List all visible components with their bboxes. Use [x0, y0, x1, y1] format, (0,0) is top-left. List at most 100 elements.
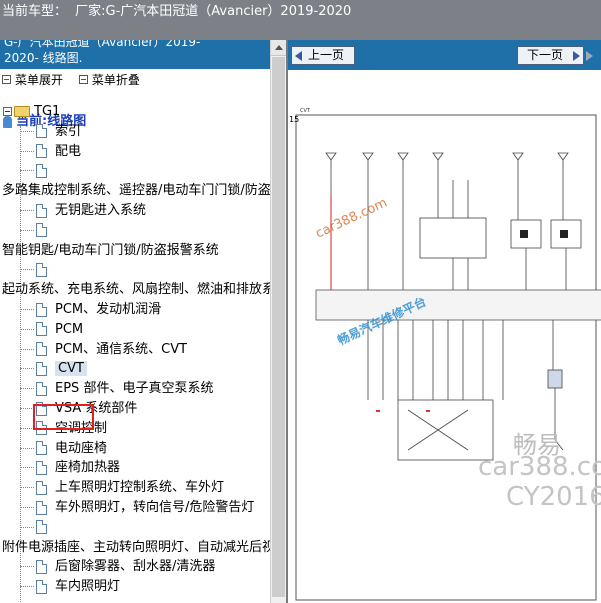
document-icon: [36, 302, 47, 317]
tree-item[interactable]: [20, 161, 55, 181]
tree-item[interactable]: 无钥匙进入系统: [20, 201, 146, 221]
tree-header-line2: 2020- 线路图.: [4, 51, 83, 65]
next-page-label: 下一页: [527, 48, 564, 62]
tree-category[interactable]: 附件电源插座、主动转向照明灯、自动减光后视: [2, 538, 270, 558]
collapse-icon: [78, 75, 88, 84]
menu-expand-button[interactable]: 菜单展开: [15, 73, 63, 87]
tree-item[interactable]: 索引: [20, 122, 81, 142]
tree-category[interactable]: 起动系统、充电系统、风扇控制、燃油和排放系: [2, 280, 270, 300]
tree-connector: [20, 487, 34, 489]
document-icon: [36, 559, 47, 574]
tree-connector: [20, 507, 34, 508]
tree-item[interactable]: 配电: [20, 142, 81, 162]
navigation-pane: G-广汽本田冠道（Avancier）2019- 2020- 线路图. 菜单展开 …: [0, 40, 286, 603]
tree-item[interactable]: 座椅加热器: [20, 458, 120, 478]
tree-item[interactable]: PCM、发动机润滑: [20, 300, 161, 320]
tree-header: G-广汽本田冠道（Avancier）2019- 2020- 线路图.: [0, 40, 270, 69]
tree-label: PCM: [55, 321, 84, 337]
prev-page-button[interactable]: 上一页: [291, 46, 355, 65]
tree-connector: [20, 348, 34, 350]
document-icon: [36, 262, 47, 277]
wiring-diagram-svg: 15 CVT car388.com 畅易汽车维修平台: [289, 108, 601, 601]
watermark-site: car388.co: [478, 452, 601, 482]
tree-connector: [20, 309, 34, 310]
document-icon: [36, 520, 47, 535]
tree-label: 车外照明灯，转向信号/危险警告灯: [55, 500, 255, 515]
tree-connector: [20, 210, 34, 211]
app-window: 当前车型： 厂家:G-广汽本田冠道（Avancier）2019-2020 G-广…: [0, 0, 601, 603]
diagram-pane: 上一页 下一页 15 CVT car388.com 畅易汽车维修平台 畅易 ca…: [286, 40, 601, 603]
tree-connector: [20, 467, 34, 469]
tree-item[interactable]: 上车照明灯控制系统、车外灯: [20, 478, 224, 498]
scroll-up-icon[interactable]: [271, 40, 286, 56]
document-icon: [36, 460, 47, 475]
tree-label: 车内照明灯: [55, 579, 121, 595]
page-number: 15: [289, 115, 299, 124]
tree-item[interactable]: 车内照明灯: [20, 577, 120, 597]
tree-connector: [20, 408, 34, 409]
folder-icon: [14, 106, 30, 117]
diagram-tag: CVT: [300, 108, 311, 114]
tree-item[interactable]: 电动座椅: [20, 439, 107, 459]
document-icon: [36, 441, 47, 456]
scrollbar-thumb[interactable]: [272, 57, 285, 597]
page-nav-bar: 上一页 下一页: [288, 40, 601, 70]
tree-label: 后窗除雾器、刮水器/清洗器: [55, 559, 216, 575]
tree-label: PCM、通信系统、CVT: [55, 341, 188, 357]
tree-label: CVT: [55, 361, 87, 377]
tree-category[interactable]: 多路集成控制系统、遥控器/电动车门门锁/防盗: [2, 181, 270, 201]
watermark-year: CY2016: [506, 482, 601, 512]
tree-label: 电动座椅: [55, 440, 108, 456]
tree-label: EPS 部件、电子真空泵系统: [55, 381, 214, 397]
menu-controls: 菜单展开 菜单折叠: [0, 71, 150, 89]
tree-item[interactable]: 后窗除雾器、刮水器/清洗器: [20, 557, 215, 577]
tree-connector: [20, 368, 34, 370]
tree-connector: [20, 586, 34, 588]
prev-page-label: 上一页: [308, 48, 345, 62]
tree-item[interactable]: 车外照明灯，转向信号/危险警告灯: [20, 498, 254, 518]
menu-collapse-button[interactable]: 菜单折叠: [92, 73, 140, 87]
wiring-diagram[interactable]: 15 CVT car388.com 畅易汽车维修平台 畅易 car388.co …: [288, 70, 601, 603]
collapse-toggle-icon[interactable]: [3, 107, 12, 116]
tree-item[interactable]: [20, 260, 55, 280]
tree-label: 上车照明灯控制系统、车外灯: [55, 480, 225, 496]
document-icon: [36, 342, 47, 357]
title-bar: 当前车型： 厂家:G-广汽本田冠道（Avancier）2019-2020: [0, 0, 601, 40]
model-value: 厂家:G-广汽本田冠道（Avancier）2019-2020: [75, 4, 352, 19]
tree-label: PCM、发动机润滑: [55, 302, 162, 317]
tree-item[interactable]: EPS 部件、电子真空泵系统: [20, 379, 213, 399]
document-icon: [36, 124, 47, 139]
tree-item[interactable]: CVT: [20, 359, 87, 379]
tree-connector: [20, 150, 34, 152]
next-arrow-icon[interactable]: [586, 51, 593, 61]
expand-icon: [2, 75, 11, 84]
tree-label: 无钥匙进入系统: [55, 203, 147, 218]
tree-item[interactable]: [20, 221, 55, 241]
highlight-box: [33, 404, 94, 430]
tree-label: 座椅加热器: [55, 460, 121, 476]
tree-connector: [20, 388, 34, 390]
document-icon: [36, 381, 47, 396]
document-icon: [36, 500, 47, 515]
left-arrow-icon: [295, 51, 302, 61]
tree-category[interactable]: 智能钥匙/电动车门门锁/防盗报警系统: [2, 241, 270, 261]
document-icon: [36, 144, 47, 159]
document-icon: [36, 361, 47, 376]
document-icon: [36, 163, 47, 178]
document-icon: [36, 579, 47, 594]
tree-item[interactable]: PCM、通信系统、CVT: [20, 340, 187, 360]
tree-connector: [20, 170, 34, 172]
document-icon: [36, 223, 47, 238]
tree-folder[interactable]: TG1: [3, 102, 60, 122]
tree-connector: [20, 447, 34, 449]
model-label: 当前车型：: [2, 4, 68, 19]
tree-connector: [20, 269, 34, 271]
tree-connector: [20, 229, 34, 231]
tree-item[interactable]: [20, 518, 55, 538]
tree-item[interactable]: PCM: [20, 320, 83, 340]
next-page-button[interactable]: 下一页: [517, 46, 584, 65]
tree-scrollbar[interactable]: [270, 40, 286, 603]
tree-connector: [20, 526, 34, 528]
tree-label: 配电: [55, 143, 82, 159]
right-arrow-icon: [573, 51, 580, 61]
